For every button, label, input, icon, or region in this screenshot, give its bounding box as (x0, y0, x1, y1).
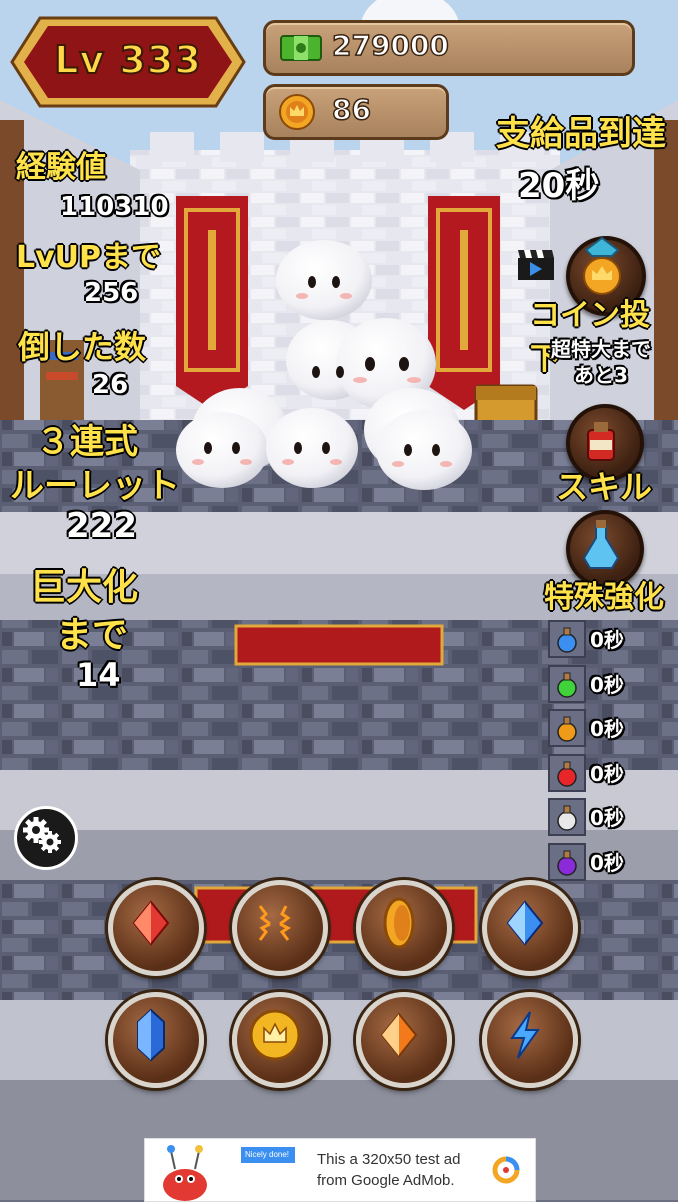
coin-drop-sub-line2: あと3 (574, 363, 628, 387)
orange-potion-icon (548, 709, 586, 747)
green-potion-icon (548, 664, 586, 703)
lightning-burst-icon (258, 905, 291, 941)
white-potion-icon (548, 798, 586, 836)
roulette-label: ３連式 (35, 421, 139, 463)
google-ad-logo-icon (492, 1156, 520, 1184)
supply-timer: 20秒 (518, 166, 600, 206)
blue-potion-icon (548, 620, 586, 658)
video-ad-icon[interactable] (516, 248, 556, 282)
admob-mascot-icon (163, 1145, 295, 1201)
purple-potion-icon (548, 842, 586, 881)
giant-label-line2: まで (55, 614, 129, 657)
crown-coin-icon (279, 94, 315, 130)
killed-value: 26 (92, 370, 129, 400)
potion-timer-row: 0秒 (548, 753, 668, 792)
ad-line2: from Google AdMob. (317, 1172, 455, 1189)
roulette-label-line2: ルーレット (9, 465, 181, 507)
gear-icon (23, 817, 61, 853)
money-counter: 279000 (263, 20, 635, 76)
skill-slot-orange-crystal[interactable] (356, 992, 452, 1088)
supply-title: 支給品到達 (495, 113, 667, 155)
potion-timer-value: 0秒 (590, 806, 624, 830)
ad-banner[interactable]: Nicely done! This a 320x50 test ad from … (144, 1138, 536, 1202)
exp-value: 110310 (60, 192, 169, 222)
red-crystal-icon (132, 900, 170, 946)
lvup-value: 256 (84, 278, 139, 308)
potion-timer-row: 0秒 (548, 709, 668, 747)
money-value: 279000 (331, 28, 449, 63)
exp-label: 経験値 (15, 149, 107, 186)
skill-slot-red-crystal[interactable] (108, 880, 204, 976)
settings-button[interactable] (14, 806, 78, 870)
ad-text: This a 320x50 test ad from Google AdMob. (317, 1149, 487, 1191)
skill-slot-blue-gem[interactable] (108, 992, 204, 1088)
skill-slot-lightning-burst[interactable] (232, 880, 328, 976)
ad-badge: Nicely done! (245, 1150, 290, 1159)
skill-label: スキル (555, 467, 653, 507)
red-potion-icon (548, 753, 586, 792)
skill-slot-blue-crystal[interactable] (482, 880, 578, 976)
potion-timer-value: 0秒 (590, 761, 624, 786)
potion-timer-value: 0秒 (590, 850, 624, 875)
potion-timer-value: 0秒 (590, 717, 624, 741)
coin-drop-sub: 超特大まで あと3 (536, 336, 666, 388)
potion-timer-row: 0秒 (548, 664, 668, 703)
lvup-label: LvUPまで (15, 239, 162, 276)
potion-timer-row: 0秒 (548, 620, 668, 658)
blue-crystal-icon (506, 900, 544, 946)
skill-slot-crown-coin[interactable] (232, 992, 328, 1088)
blue-gem-icon (137, 1008, 165, 1062)
coin-drop-sub-line1: 超特大まで (551, 337, 651, 361)
ad-line1: This a 320x50 test ad (317, 1151, 461, 1168)
level-text: Lv 333 (53, 37, 202, 83)
lightning-bolt-icon (510, 1011, 540, 1059)
cash-icon (280, 35, 322, 61)
giant-value: 14 (76, 656, 121, 694)
killed-label: 倒した数 (17, 327, 147, 367)
blue-potion-bottle-icon (582, 520, 620, 569)
skill-slot-gold-coin[interactable] (356, 880, 452, 976)
potion-timer-row: 0秒 (548, 842, 668, 881)
coin-counter: 86 (263, 84, 449, 140)
potion-timer-value: 0秒 (590, 628, 624, 652)
giant-label: 巨大化 (29, 566, 139, 609)
potion-timer-value: 0秒 (590, 672, 624, 697)
gold-coin-side-icon (383, 897, 415, 949)
special-upgrade-label: 特殊強化 (543, 579, 665, 616)
roulette-value: 222 (66, 506, 137, 546)
level-badge: Lv 333 (10, 14, 246, 110)
orange-crystal-icon (380, 1012, 418, 1058)
coin-value: 86 (331, 92, 371, 127)
potion-timer-row: 0秒 (548, 798, 668, 836)
crown-coin-icon (249, 1009, 301, 1061)
skill-slot-lightning-bolt[interactable] (482, 992, 578, 1088)
